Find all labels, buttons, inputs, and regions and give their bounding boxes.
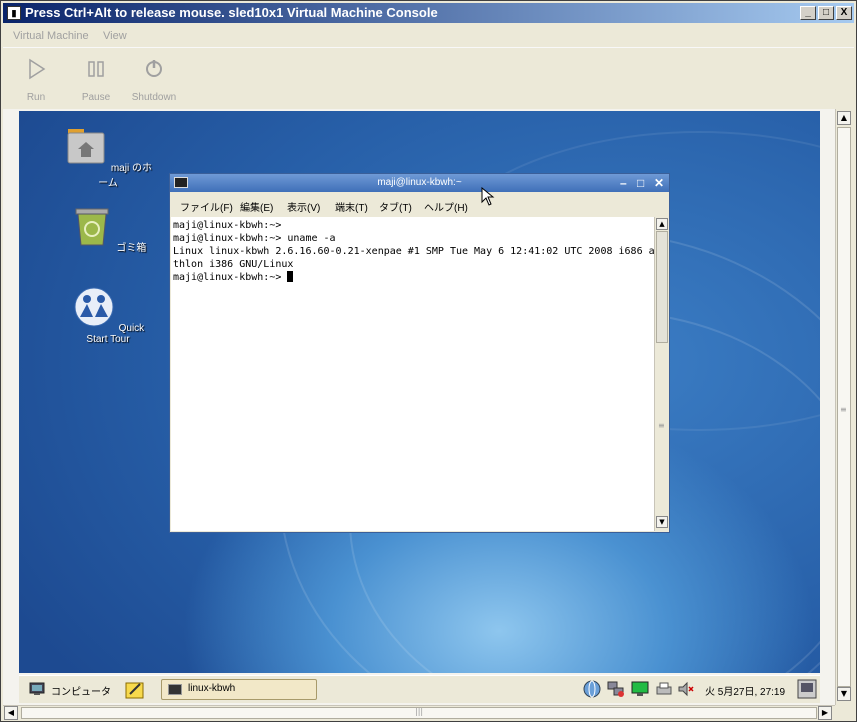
notes-launcher-icon[interactable]	[125, 680, 145, 700]
network-globe-icon[interactable]	[583, 680, 601, 698]
pause-label: Pause	[81, 92, 111, 103]
network-status-icon[interactable]	[607, 680, 625, 698]
menu-view[interactable]: View	[103, 30, 127, 42]
scroll-grip-icon: ≡	[658, 421, 665, 430]
quick-start-tour-icon[interactable]: Quick Start Tour	[63, 287, 153, 345]
taskbar-button-label: linux-kbwh	[188, 683, 236, 694]
minimize-button[interactable]: _	[800, 6, 816, 20]
quick-start-tour-image	[74, 287, 114, 327]
menubar: Virtual Machine View	[3, 25, 854, 47]
terminal-line: Linux linux-kbwh 2.6.16.60-0.21-xenpae #…	[173, 246, 655, 257]
console-vertical-scrollbar[interactable]: ▲ ≡ ▼	[835, 109, 852, 705]
console-scroll-left-icon[interactable]: ◀	[4, 706, 18, 720]
console-scroll-down-icon[interactable]: ▼	[837, 687, 851, 701]
printer-icon[interactable]	[655, 680, 673, 698]
power-icon	[146, 60, 162, 77]
mouse-pointer-icon	[481, 187, 495, 206]
window-titlebar[interactable]: ▮ Press Ctrl+Alt to release mouse. sled1…	[3, 3, 854, 23]
terminal-menu-help[interactable]: ヘルプ(H)	[424, 199, 468, 214]
console-vgrip-icon: ≡	[840, 405, 847, 414]
terminal-maximize-button[interactable]: □	[637, 174, 644, 192]
monitor-update-icon[interactable]	[631, 680, 649, 698]
window-title: Press Ctrl+Alt to release mouse. sled10x…	[25, 5, 438, 20]
terminal-line: maji@linux-kbwh:~> uname -a	[173, 233, 336, 244]
console-horizontal-scrollbar[interactable]: ◀ ||| ▶	[3, 705, 835, 720]
home-folder-image	[67, 129, 105, 164]
console-scroll-up-icon[interactable]: ▲	[837, 111, 851, 125]
volume-muted-icon[interactable]	[677, 680, 695, 698]
terminal-minimize-button[interactable]: –	[620, 174, 627, 192]
show-desktop-icon[interactable]	[797, 679, 817, 699]
terminal-titlebar[interactable]: maji@linux-kbwh:~ – □ ✕	[170, 174, 669, 192]
run-label: Run	[26, 92, 46, 103]
terminal-task-icon	[168, 684, 182, 695]
close-button[interactable]: X	[836, 6, 852, 20]
terminal-scroll-thumb[interactable]	[656, 231, 668, 343]
terminal-title: maji@linux-kbwh:~	[377, 177, 462, 188]
scroll-down-arrow-icon[interactable]: ▼	[656, 516, 668, 528]
terminal-window: maji@linux-kbwh:~ – □ ✕ ファイル(F) 編集(E) 表示…	[169, 173, 670, 533]
menu-virtual-machine[interactable]: Virtual Machine	[13, 30, 89, 42]
maximize-button[interactable]: □	[818, 6, 834, 20]
pause-icon	[88, 61, 104, 77]
terminal-prompt: maji@linux-kbwh:~>	[173, 272, 288, 283]
bottom-panel: コンピュータ linux-kbwh 火 5月27日, 27:19	[19, 675, 820, 703]
terminal-menu-file[interactable]: ファイル(F)	[180, 199, 233, 214]
terminal-menu-terminal[interactable]: 端末(T)	[335, 199, 368, 214]
shutdown-button[interactable]: Shutdown	[126, 56, 182, 103]
scroll-up-arrow-icon[interactable]: ▲	[656, 218, 668, 230]
console-scroll-right-icon[interactable]: ▶	[818, 706, 832, 720]
terminal-cursor	[287, 271, 294, 282]
panel-clock[interactable]: 火 5月27日, 27:19	[705, 683, 785, 698]
trash-icon[interactable]: ゴミ箱	[63, 207, 153, 254]
terminal-menu-view[interactable]: 表示(V)	[287, 199, 320, 214]
toolbar: Run Pause Shutdown	[3, 47, 854, 109]
shutdown-label: Shutdown	[131, 92, 177, 103]
computer-icon	[29, 682, 45, 695]
terminal-icon	[174, 177, 188, 188]
pause-button[interactable]: Pause	[68, 56, 124, 103]
terminal-line: maji@linux-kbwh:~>	[173, 220, 282, 231]
trash-image	[75, 208, 109, 246]
terminal-menu-edit[interactable]: 編集(E)	[240, 199, 273, 214]
taskbar-button-terminal[interactable]: linux-kbwh	[161, 679, 317, 700]
terminal-prompt-line: maji@linux-kbwh:~>	[173, 271, 653, 284]
terminal-line: thlon i386 GNU/Linux	[173, 259, 294, 270]
trash-label: ゴミ箱	[116, 243, 147, 254]
vm-console-window: ▮ Press Ctrl+Alt to release mouse. sled1…	[0, 0, 857, 722]
vm-app-icon: ▮	[7, 6, 21, 20]
run-button[interactable]: Run	[8, 56, 64, 103]
play-icon	[29, 58, 46, 80]
terminal-menu-tabs[interactable]: タブ(T)	[379, 199, 412, 214]
computer-menu-button[interactable]: コンピュータ	[51, 683, 111, 698]
terminal-scrollbar[interactable]: ▲ ≡ ▼	[654, 217, 668, 531]
home-folder-icon[interactable]: maji のホーム	[63, 127, 153, 189]
terminal-close-button[interactable]: ✕	[654, 174, 664, 192]
console-hgrip-icon: |||	[415, 707, 424, 716]
terminal-output[interactable]: maji@linux-kbwh:~> maji@linux-kbwh:~> una…	[171, 217, 655, 531]
terminal-menubar: ファイル(F) 編集(E) 表示(V) 端末(T) タブ(T) ヘルプ(H)	[170, 194, 669, 216]
